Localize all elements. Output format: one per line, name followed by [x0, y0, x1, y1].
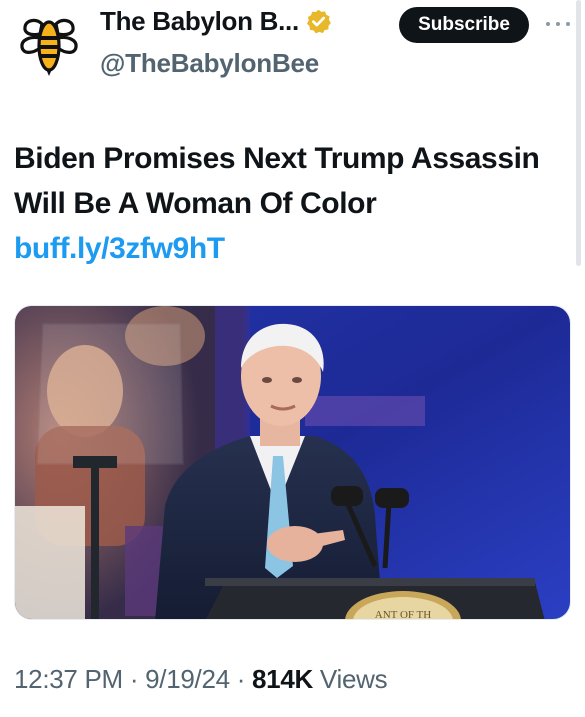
photo-man-at-podium: ANT OF TH — [15, 306, 570, 620]
tweet-date[interactable]: 9/19/24 — [145, 664, 230, 694]
more-dot — [556, 22, 560, 26]
tweet-body: Biden Promises Next Trump Assassin Will … — [14, 142, 540, 220]
more-dot — [566, 22, 570, 26]
views-count: 814K — [252, 664, 313, 694]
tweet-header: The Babylon B... @TheBabylonBee Subscrib… — [0, 0, 585, 100]
tweet-media-image[interactable]: ANT OF TH — [14, 305, 571, 620]
meta-separator: · — [236, 664, 246, 694]
meta-separator: · — [129, 664, 139, 694]
verified-badge-icon[interactable] — [305, 8, 332, 35]
scrollbar[interactable] — [576, 0, 581, 266]
views-label: Views — [319, 664, 388, 694]
podium-seal-text: ANT OF TH — [375, 609, 431, 620]
more-dot — [546, 22, 550, 26]
avatar[interactable] — [16, 12, 82, 78]
tweet-meta: 12:37 PM · 9/19/24 · 814K Views — [14, 664, 388, 695]
account-handle[interactable]: @TheBabylonBee — [100, 48, 319, 79]
name-row: The Babylon B... — [100, 6, 332, 37]
display-name[interactable]: The Babylon B... — [100, 6, 299, 37]
more-options-icon[interactable] — [546, 12, 570, 36]
subscribe-button[interactable]: Subscribe — [399, 7, 529, 43]
babylon-bee-logo-icon — [20, 18, 78, 76]
tweet-time[interactable]: 12:37 PM — [14, 664, 123, 694]
tweet-link[interactable]: buff.ly/3zfw9hT — [14, 232, 225, 265]
tweet-text: Biden Promises Next Trump Assassin Will … — [14, 136, 554, 271]
